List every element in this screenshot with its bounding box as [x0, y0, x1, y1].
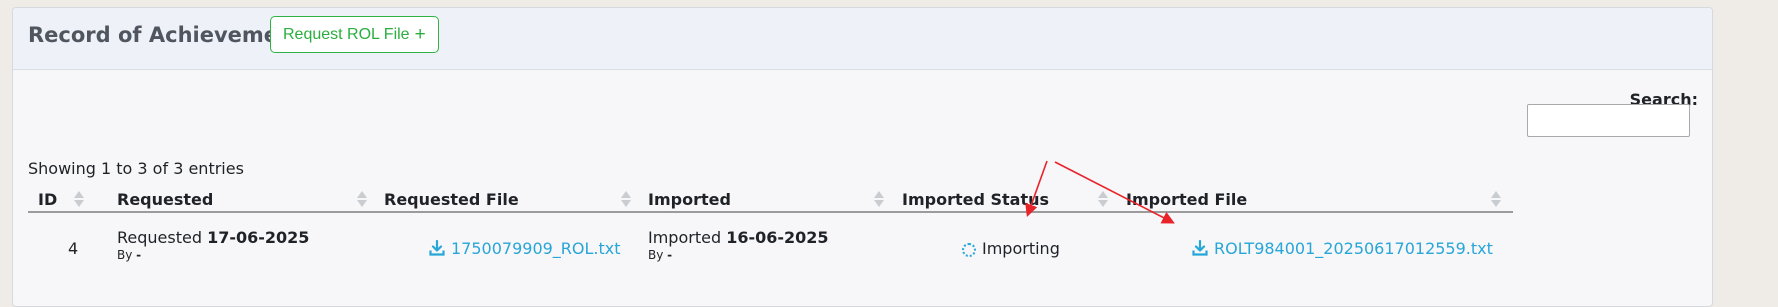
requested-file-name: 1750079909_ROL.txt — [451, 239, 621, 258]
imported-prefix: Imported — [648, 228, 722, 247]
imported-file-link[interactable]: ROLT984001_20250617012559.txt — [1192, 239, 1493, 258]
plus-icon: + — [414, 24, 426, 45]
search-input[interactable] — [1527, 104, 1690, 137]
panel-title: Record of Achievement — [28, 23, 303, 47]
imported-by-label: By — [648, 248, 664, 262]
cell-id: 4 — [68, 239, 79, 258]
imported-file-name: ROLT984001_20250617012559.txt — [1214, 239, 1493, 258]
download-icon — [1192, 240, 1208, 256]
column-header-id[interactable]: ID — [38, 190, 57, 209]
column-header-requested-file[interactable]: Requested File — [384, 190, 519, 209]
cell-imported-by: By - — [648, 248, 672, 262]
requested-file-link[interactable]: 1750079909_ROL.txt — [429, 239, 621, 258]
download-icon — [429, 240, 445, 256]
imported-status-text: Importing — [982, 239, 1060, 258]
column-header-imported[interactable]: Imported — [648, 190, 731, 209]
requested-by-label: By — [117, 248, 133, 262]
table-info: Showing 1 to 3 of 3 entries — [28, 159, 244, 178]
column-header-requested[interactable]: Requested — [117, 190, 213, 209]
sort-icon[interactable] — [1491, 190, 1501, 208]
request-rol-file-label: Request ROL File — [283, 26, 410, 43]
column-header-imported-status[interactable]: Imported Status — [902, 190, 1049, 209]
sort-icon[interactable] — [357, 190, 367, 208]
requested-date: 17-06-2025 — [207, 228, 310, 247]
table-header-divider — [28, 211, 1513, 213]
cell-imported-status: Importing — [962, 239, 1060, 258]
sort-icon[interactable] — [74, 190, 84, 208]
imported-date: 16-06-2025 — [726, 228, 829, 247]
cell-requested: Requested 17-06-2025 — [117, 228, 309, 247]
cell-requested-by: By - — [117, 248, 141, 262]
requested-by-value: - — [136, 248, 142, 262]
sort-icon[interactable] — [621, 190, 631, 208]
request-rol-file-button[interactable]: Request ROL File + — [270, 16, 439, 53]
column-header-imported-file[interactable]: Imported File — [1126, 190, 1247, 209]
record-of-achievement-panel: Record of Achievement Request ROL File + … — [12, 7, 1713, 307]
loading-spinner-icon — [962, 243, 976, 257]
requested-prefix: Requested — [117, 228, 202, 247]
imported-by-value: - — [667, 248, 673, 262]
sort-icon[interactable] — [874, 190, 884, 208]
sort-icon[interactable] — [1098, 190, 1108, 208]
cell-imported: Imported 16-06-2025 — [648, 228, 829, 247]
panel-header: Record of Achievement Request ROL File + — [13, 8, 1712, 70]
